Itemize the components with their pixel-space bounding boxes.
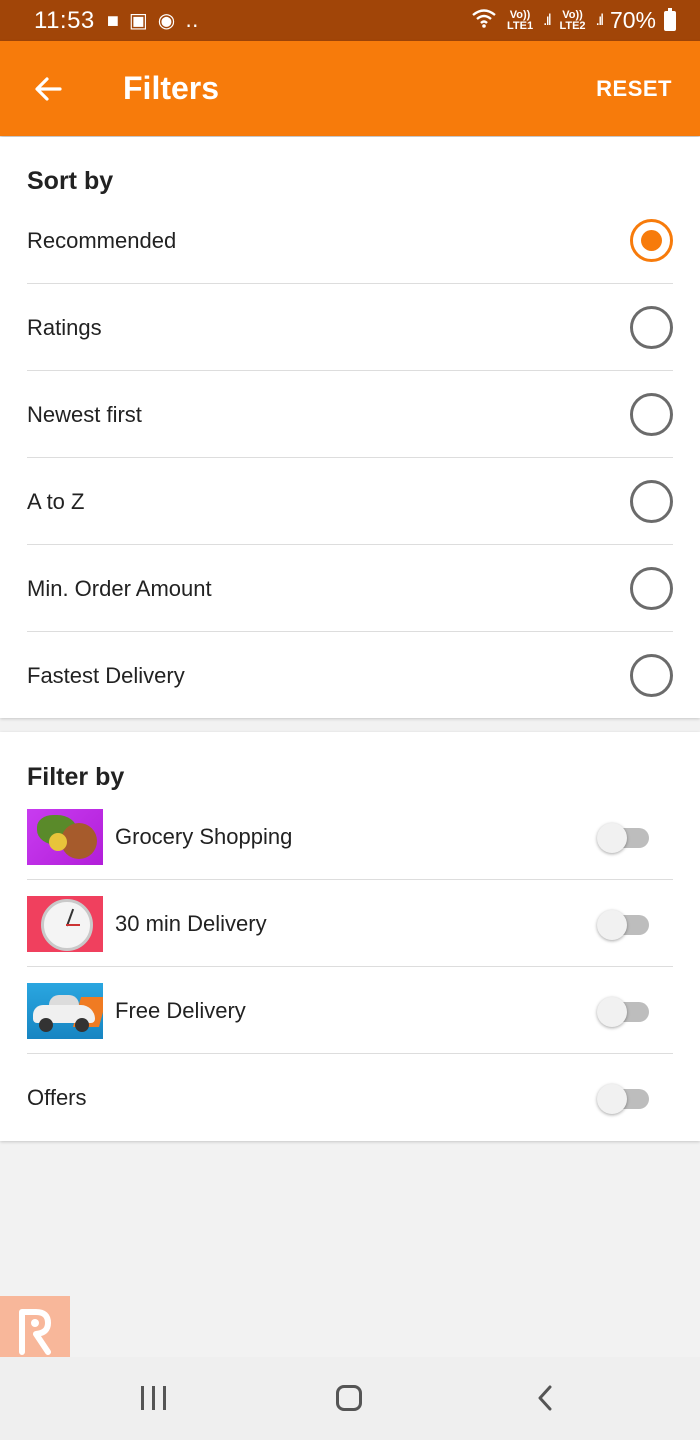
watermark-logo <box>0 1296 70 1366</box>
grocery-image <box>27 808 103 865</box>
toggle-switch-off[interactable] <box>597 996 651 1027</box>
toggle-switch-off[interactable] <box>597 822 651 853</box>
toggle-switch-off[interactable] <box>597 909 651 940</box>
filter-label: 30 min Delivery <box>115 910 267 936</box>
r-logo-icon <box>19 1309 51 1355</box>
radio-unselected[interactable] <box>630 306 673 349</box>
radio-unselected[interactable] <box>630 654 673 697</box>
sort-option-label: Ratings <box>27 314 102 340</box>
sort-option-label: A to Z <box>27 488 85 514</box>
page-title: Filters <box>123 70 220 106</box>
toggle-switch-off[interactable] <box>597 1083 651 1114</box>
sort-option-recommended[interactable]: Recommended <box>27 197 673 284</box>
message-icon: ■ <box>106 9 119 32</box>
recent-apps-icon[interactable] <box>141 1386 167 1410</box>
sort-option-ratings[interactable]: Ratings <box>27 284 673 371</box>
radio-unselected[interactable] <box>630 567 673 610</box>
sort-option-newest-first[interactable]: Newest first <box>27 371 673 458</box>
more-dots-icon: ‥ <box>185 9 199 32</box>
status-time: 11:53 <box>34 6 95 34</box>
filter-grocery-shopping[interactable]: Grocery Shopping <box>27 793 673 880</box>
radio-unselected[interactable] <box>630 393 673 436</box>
gallery-icon: ▣ <box>128 9 148 32</box>
sort-option-min-order-amount[interactable]: Min. Order Amount <box>27 545 673 632</box>
home-icon[interactable] <box>336 1385 362 1411</box>
filter-label: Free Delivery <box>115 997 246 1023</box>
battery-icon <box>664 7 676 31</box>
status-system-icons: Vo)) LTE1 .ıl Vo)) LTE2 .ıl 70% <box>471 7 676 34</box>
status-notification-icons: ■ ▣ ◉ ‥ <box>107 11 199 31</box>
app-bar: Filters RESET <box>0 41 700 136</box>
stopwatch-image <box>27 895 103 952</box>
back-icon[interactable] <box>535 1384 555 1412</box>
sort-by-card: Sort by Recommended Ratings Newest first… <box>0 137 700 718</box>
facebook-icon: ◉ <box>157 9 176 32</box>
reset-button[interactable]: RESET <box>596 76 672 102</box>
sort-option-fastest-delivery[interactable]: Fastest Delivery <box>27 632 673 719</box>
arrow-left-icon <box>35 76 62 101</box>
radio-unselected[interactable] <box>630 480 673 523</box>
radio-selected[interactable] <box>630 219 673 262</box>
back-button[interactable] <box>0 41 96 136</box>
filter-free-delivery[interactable]: Free Delivery <box>27 967 673 1054</box>
filter-30-min-delivery[interactable]: 30 min Delivery <box>27 880 673 967</box>
sort-option-label: Newest first <box>27 401 142 427</box>
sort-option-label: Min. Order Amount <box>27 575 212 601</box>
sort-by-title: Sort by <box>27 167 114 195</box>
status-bar: 11:53 ■ ▣ ◉ ‥ Vo)) LTE1 .ıl Vo)) LTE2 .ı… <box>0 0 700 41</box>
filter-label: Offers <box>27 1084 87 1110</box>
filter-offers[interactable]: Offers <box>27 1054 673 1141</box>
sort-option-a-to-z[interactable]: A to Z <box>27 458 673 545</box>
system-nav-bar <box>0 1357 700 1440</box>
signal1-icon: .ıl <box>543 11 552 29</box>
car-image <box>27 982 103 1039</box>
filter-by-card: Filter by Grocery Shopping 30 min Delive… <box>0 732 700 1141</box>
battery-percent: 70% <box>609 7 656 33</box>
lte1-label: Vo)) LTE1 <box>507 8 534 32</box>
sort-option-label: Fastest Delivery <box>27 662 185 688</box>
filter-label: Grocery Shopping <box>115 823 293 849</box>
lte2-label: Vo)) LTE2 <box>559 8 586 32</box>
wifi-icon <box>471 8 497 33</box>
signal2-icon: .ıl <box>595 11 605 29</box>
sort-option-label: Recommended <box>27 227 177 253</box>
filter-by-title: Filter by <box>27 763 125 791</box>
